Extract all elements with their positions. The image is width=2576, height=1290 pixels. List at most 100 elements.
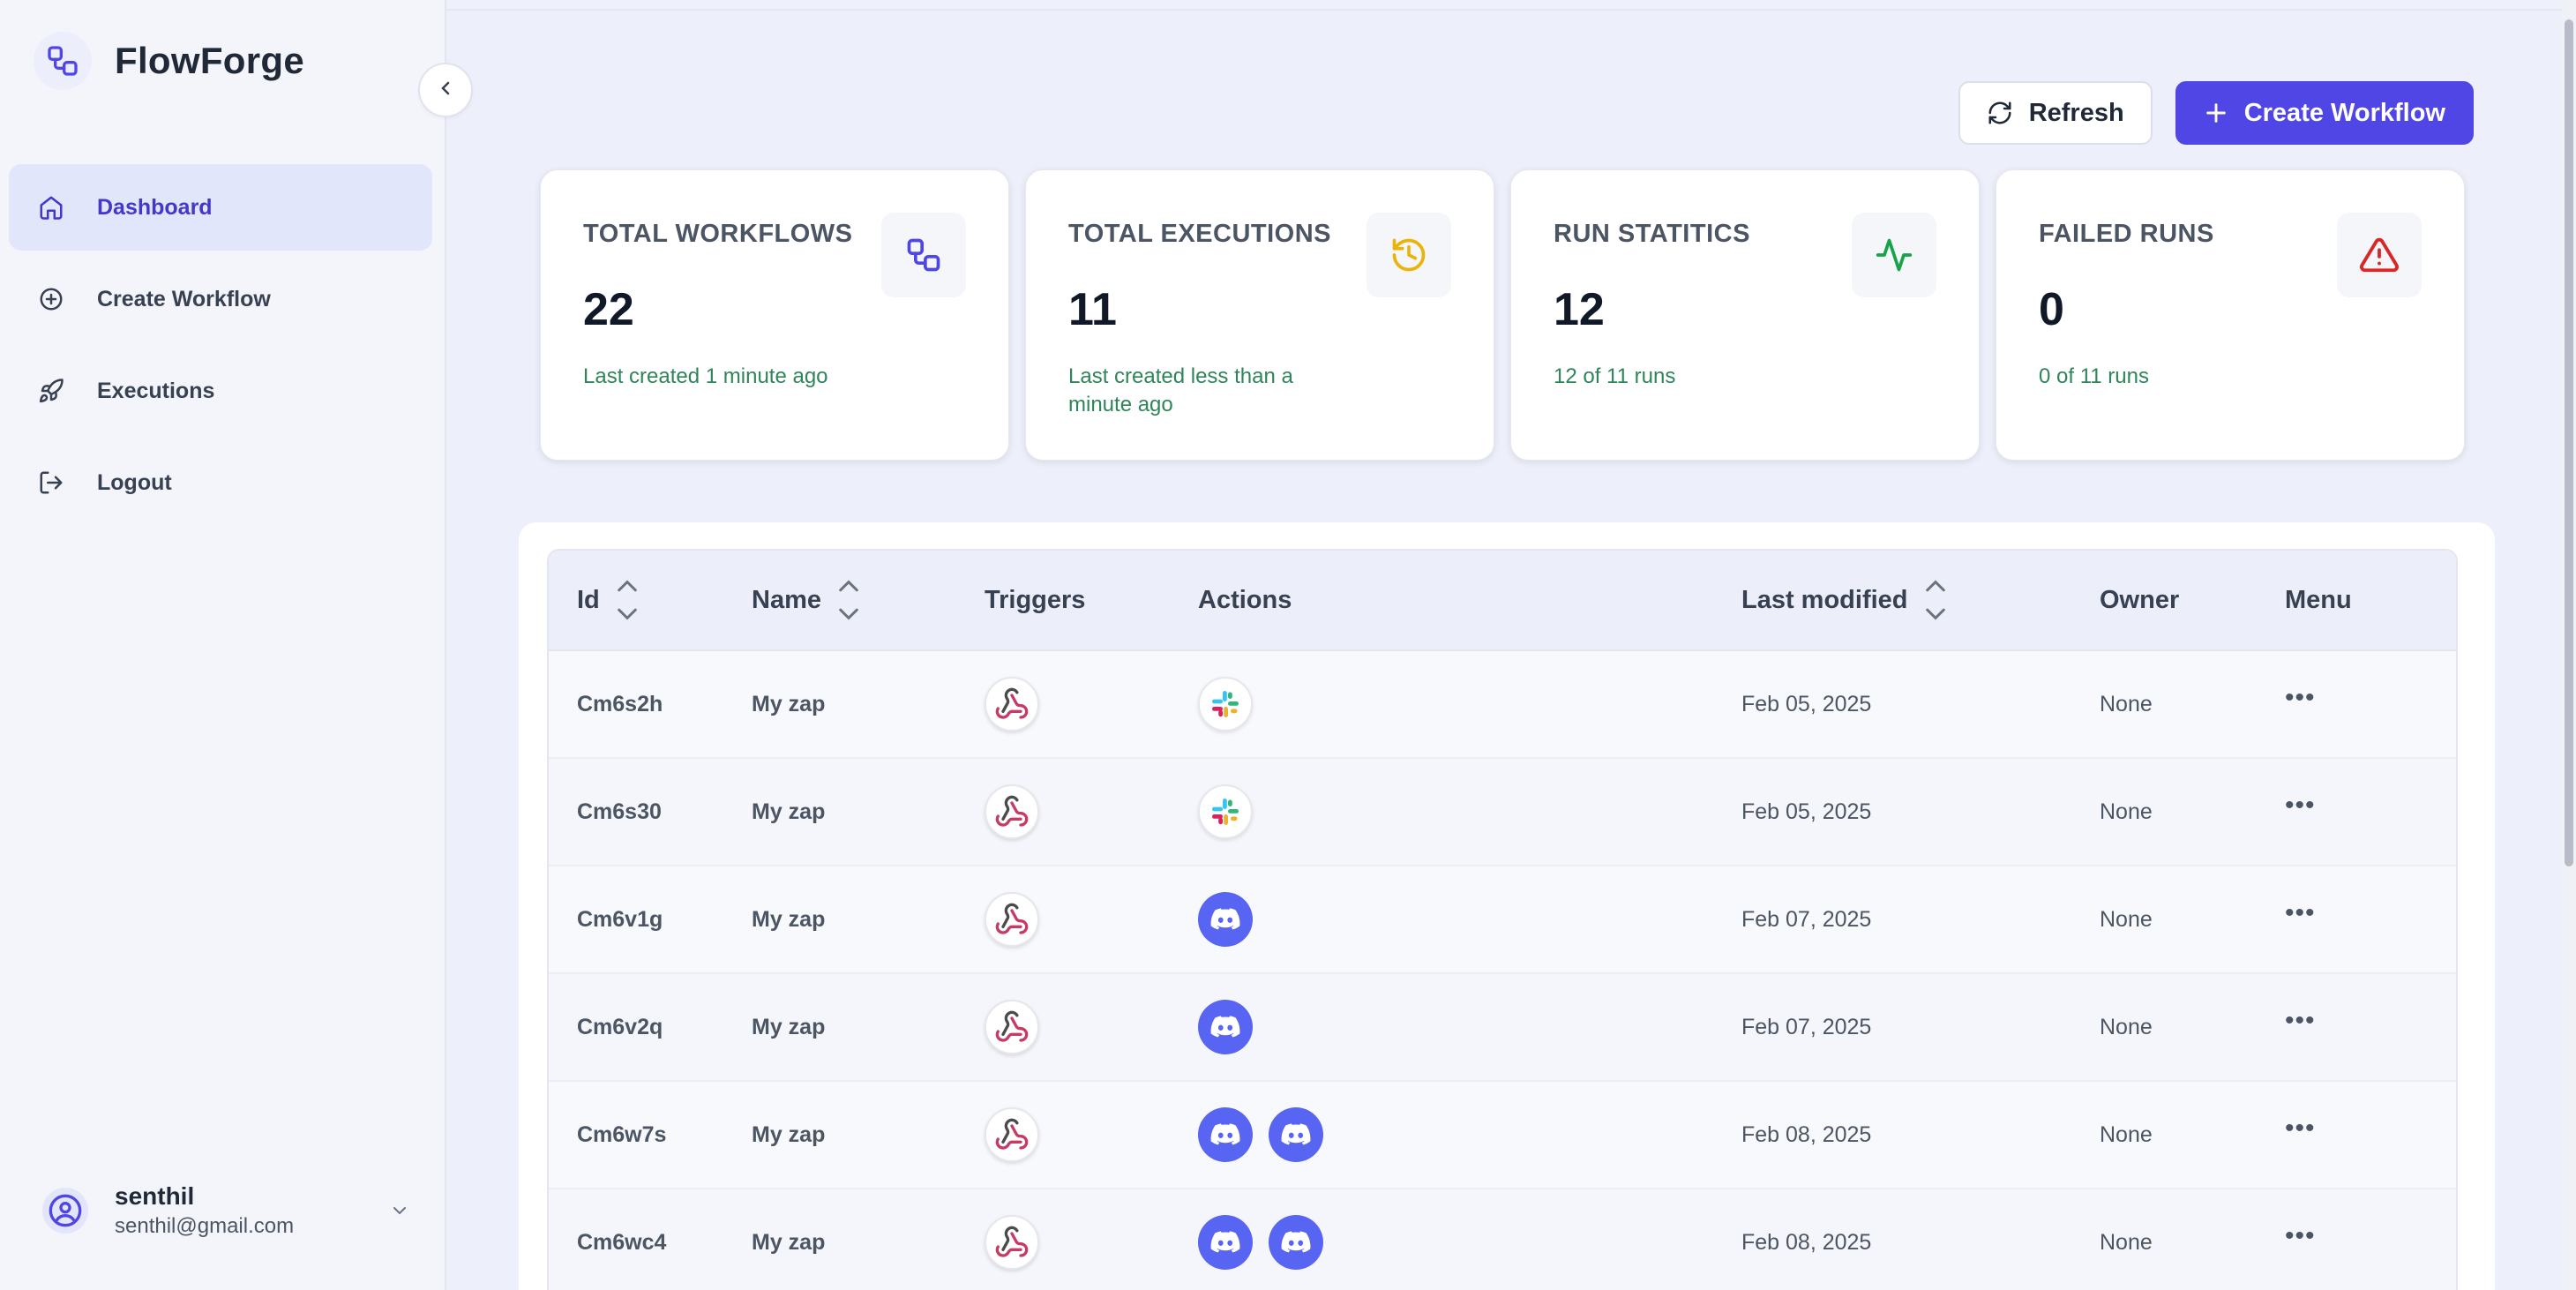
stat-card-total-workflows: TOTAL WORKFLOWS 22 Last created 1 minute… (540, 169, 1009, 461)
workflow-icon (881, 213, 966, 297)
cell-actions (1198, 677, 1741, 731)
refresh-label: Refresh (2028, 98, 2124, 127)
table-body: Cm6s2h My zap Feb 05, 2025 None ••• Cm6s30 My … (549, 651, 2456, 1290)
webhook-icon (985, 1215, 1039, 1270)
home-icon (35, 191, 67, 223)
column-header-actions: Actions (1198, 586, 1741, 615)
workflows-table: Id Name Triggers Actions Last modified O… (547, 549, 2458, 1290)
cell-last-modified: Feb 08, 2025 (1741, 1229, 1872, 1255)
cell-trigger (985, 1215, 1198, 1270)
table-row[interactable]: Cm6s30 My zap Feb 05, 2025 None ••• (549, 759, 2456, 866)
cell-owner: None (2100, 906, 2153, 932)
cell-name: My zap (752, 1014, 826, 1039)
sidebar-item-dashboard[interactable]: Dashboard (9, 164, 432, 251)
cell-name: My zap (752, 906, 826, 932)
refresh-icon (1987, 100, 2013, 126)
cell-trigger (985, 1000, 1198, 1054)
cell-owner: None (2100, 799, 2153, 824)
cell-name: My zap (752, 1121, 826, 1147)
cell-owner: None (2100, 1014, 2153, 1039)
brand[interactable]: FlowForge (34, 32, 304, 90)
scrollbar-thumb[interactable] (2565, 19, 2573, 866)
cell-menu: ••• (2285, 900, 2417, 930)
cell-name: My zap (752, 1229, 826, 1255)
cell-menu: ••• (2285, 685, 2417, 715)
cell-id: Cm6s2h (577, 691, 663, 716)
stat-title: TOTAL EXECUTIONS (1068, 220, 1332, 248)
stat-subtext: 12 of 11 runs (1554, 364, 1676, 388)
table-row[interactable]: Cm6wc4 My zap Feb 08, 2025 None ••• (549, 1189, 2456, 1290)
column-header-triggers: Triggers (985, 586, 1198, 615)
user-name: senthil (115, 1182, 195, 1210)
column-header-name[interactable]: Name (752, 577, 985, 623)
column-label: Actions (1198, 585, 1292, 614)
brand-name: FlowForge (115, 40, 305, 81)
webhook-icon (985, 677, 1039, 731)
stat-title: RUN STATITICS (1554, 220, 1750, 248)
sidebar-item-label: Executions (97, 378, 215, 403)
cell-owner: None (2100, 691, 2153, 716)
column-label: Owner (2100, 585, 2180, 614)
refresh-button[interactable]: Refresh (1958, 81, 2153, 145)
column-header-last-modified[interactable]: Last modified (1741, 577, 2100, 623)
table-row[interactable]: Cm6v1g My zap Feb 07, 2025 None ••• (549, 866, 2456, 974)
toolbar: Refresh Create Workflow (1958, 81, 2474, 145)
column-header-owner: Owner (2100, 586, 2285, 615)
more-horizontal-icon[interactable]: ••• (2285, 1115, 2316, 1145)
history-icon (1367, 213, 1451, 297)
sidebar-nav: Dashboard Create Workflow Executions Log… (9, 164, 432, 531)
sidebar-item-executions[interactable]: Executions (9, 348, 432, 434)
user-avatar-icon (42, 1188, 88, 1234)
more-horizontal-icon[interactable]: ••• (2285, 1223, 2316, 1253)
user-menu[interactable]: senthil senthil@gmail.com (42, 1182, 413, 1239)
user-email: senthil@gmail.com (115, 1214, 295, 1238)
cell-trigger (985, 677, 1198, 731)
stat-value: 0 (2039, 284, 2064, 335)
discord-icon (1269, 1107, 1323, 1162)
more-horizontal-icon[interactable]: ••• (2285, 1008, 2316, 1038)
stat-card-failed-runs: FAILED RUNS 0 0 of 11 runs (1996, 169, 2465, 461)
cell-trigger (985, 892, 1198, 947)
stat-value: 12 (1554, 284, 1605, 335)
table-row[interactable]: Cm6w7s My zap Feb 08, 2025 None ••• (549, 1082, 2456, 1189)
sidebar-item-create-workflow[interactable]: Create Workflow (9, 256, 432, 342)
column-header-id[interactable]: Id (549, 577, 752, 623)
discord-icon (1198, 1000, 1253, 1054)
cell-id: Cm6wc4 (577, 1229, 667, 1255)
sort-icon[interactable] (837, 577, 860, 623)
workflow-logo-icon (34, 32, 92, 90)
cell-trigger (985, 784, 1198, 839)
create-workflow-button[interactable]: Create Workflow (2175, 81, 2474, 145)
cell-actions (1198, 1000, 1741, 1054)
sidebar-item-logout[interactable]: Logout (9, 439, 432, 526)
plus-circle-icon (35, 283, 67, 315)
cell-id: Cm6s30 (577, 799, 662, 824)
cell-actions (1198, 1215, 1741, 1270)
page-scrollbar[interactable] (2562, 0, 2576, 1290)
webhook-icon (985, 1000, 1039, 1054)
more-horizontal-icon[interactable]: ••• (2285, 685, 2316, 715)
cell-last-modified: Feb 07, 2025 (1741, 1014, 1872, 1039)
rocket-icon (35, 375, 67, 407)
table-row[interactable]: Cm6s2h My zap Feb 05, 2025 None ••• (549, 651, 2456, 759)
cell-actions (1198, 892, 1741, 947)
plus-icon (2204, 101, 2228, 125)
sort-icon[interactable] (616, 577, 639, 623)
slack-icon (1198, 677, 1253, 731)
activity-icon (1852, 213, 1936, 297)
stat-value: 11 (1068, 284, 1117, 335)
sidebar: FlowForge Dashboard Create Workflow Exec… (0, 0, 446, 1290)
alert-triangle-icon (2337, 213, 2422, 297)
collapse-sidebar-button[interactable] (418, 63, 473, 117)
more-horizontal-icon[interactable]: ••• (2285, 792, 2316, 822)
chevron-down-icon[interactable] (386, 1197, 413, 1224)
cell-last-modified: Feb 05, 2025 (1741, 799, 1872, 824)
stat-title: FAILED RUNS (2039, 220, 2214, 248)
more-horizontal-icon[interactable]: ••• (2285, 900, 2316, 930)
cell-menu: ••• (2285, 1115, 2417, 1145)
sidebar-item-label: Logout (97, 469, 172, 495)
table-row[interactable]: Cm6v2q My zap Feb 07, 2025 None ••• (549, 974, 2456, 1082)
cell-id: Cm6v2q (577, 1014, 663, 1039)
sort-icon[interactable] (1924, 577, 1947, 623)
cell-last-modified: Feb 07, 2025 (1741, 906, 1872, 932)
